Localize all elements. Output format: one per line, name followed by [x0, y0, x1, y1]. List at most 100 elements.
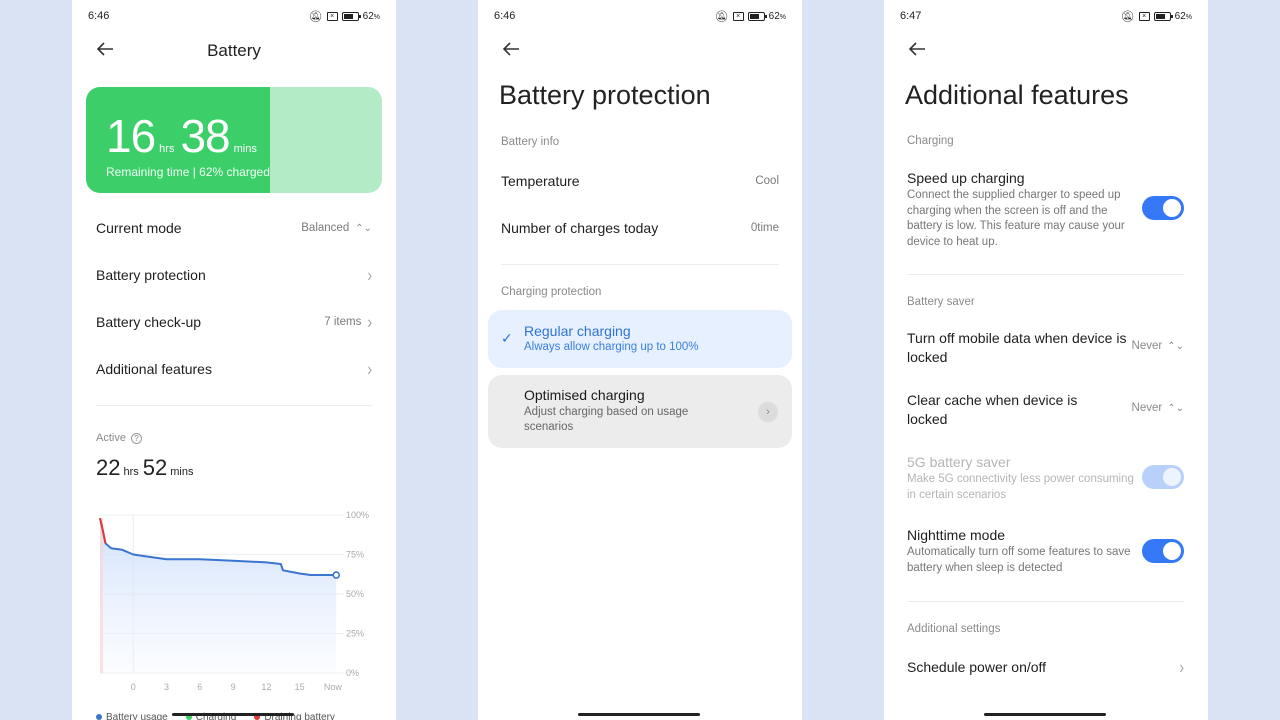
no-sim-icon: × [326, 11, 338, 21]
usage-area [100, 518, 337, 673]
updown-icon: ⌃⌄ [355, 222, 372, 234]
draining-area [100, 518, 103, 673]
menu-battery-check-up[interactable]: Battery check-up 7 items › [96, 311, 372, 333]
status-time: 6:46 [494, 10, 516, 22]
menu-value: 7 items [324, 316, 362, 328]
option-regular-charging[interactable]: ✓ Regular charging Always allow charging… [488, 310, 792, 368]
minutes-unit: mins [233, 143, 257, 155]
chevron-right-icon: › [367, 358, 372, 380]
section-charging: Charging [907, 135, 954, 147]
legend-battery-usage: Battery usage [96, 712, 168, 720]
y-tick-label: 50% [346, 589, 364, 599]
menu-battery-protection[interactable]: Battery protection › [96, 264, 372, 286]
feature-title: 5G battery saver [907, 454, 1011, 470]
x-tick-label: Now [324, 682, 343, 692]
menu-value: Balanced [301, 222, 350, 234]
row-value: Cool [755, 175, 779, 187]
active-hours: 22 [96, 455, 121, 480]
5g-battery-saver-toggle [1142, 465, 1184, 489]
x-tick-label: 0 [131, 682, 136, 692]
battery-status-card[interactable]: 16 hrs 38 mins Remaining time | 62% char… [86, 87, 382, 193]
active-label-text: Active [96, 432, 126, 444]
schedule-power-row[interactable]: Schedule power on/off › [907, 656, 1184, 678]
menu-label: Current mode [96, 220, 182, 236]
feature-desc: Automatically turn off some features to … [907, 546, 1131, 574]
section-battery-info: Battery info [501, 136, 560, 148]
nighttime-mode-item: Nighttime mode Automatically turn off so… [907, 526, 1184, 576]
feature-desc: Make 5G connectivity less power consumin… [907, 473, 1134, 501]
chevron-right-icon: › [367, 264, 372, 286]
option-title: Regular charging [524, 323, 631, 339]
battery-icon [747, 11, 767, 21]
row-label: Schedule power on/off [907, 659, 1047, 675]
home-indicator[interactable] [984, 713, 1106, 716]
clear-cache-select[interactable]: Never ⌃⌄ [1132, 402, 1184, 414]
status-bar: 6:46 🔕︎ × 62% [494, 9, 786, 23]
speed-up-charging-toggle[interactable] [1142, 196, 1184, 220]
remaining-subtitle: Remaining time | 62% charged [106, 165, 270, 179]
option-desc: Always allow charging up to 100% [524, 341, 699, 353]
y-tick-label: 100% [346, 510, 369, 520]
battery-screen: 6:46 🔕︎ × 62% Battery 16 hrs 38 mins Rem… [72, 0, 396, 720]
row-value: 0time [750, 222, 779, 234]
mobile-data-locked-item[interactable]: Turn off mobile data when device is lock… [907, 329, 1184, 369]
divider [501, 264, 779, 265]
5g-battery-saver-item: 5G battery saver Make 5G connectivity le… [907, 453, 1184, 503]
minutes-unit: mins [170, 466, 194, 478]
divider [907, 274, 1184, 275]
menu-label: Battery protection [96, 267, 206, 283]
checkmark-icon: ✓ [501, 330, 513, 346]
option-title: Optimised charging [524, 387, 645, 403]
home-indicator[interactable] [172, 713, 294, 716]
battery-percent: 62% [1174, 10, 1192, 22]
nighttime-mode-toggle[interactable] [1142, 539, 1184, 563]
divider [96, 405, 372, 406]
section-additional-settings: Additional settings [907, 623, 1001, 635]
clear-cache-locked-item[interactable]: Clear cache when device is locked Never ⌃… [907, 391, 1184, 431]
chevron-right-icon: › [367, 311, 372, 333]
no-sim-icon: × [732, 11, 744, 21]
remaining-time: 16 hrs 38 mins [106, 109, 263, 163]
y-tick-label: 0% [346, 668, 359, 678]
status-time: 6:47 [900, 10, 922, 22]
feature-desc: Connect the supplied charger to speed up… [907, 189, 1125, 248]
page-title: Battery protection [499, 80, 711, 110]
active-minutes: 52 [142, 455, 168, 480]
x-tick-label: 9 [231, 682, 236, 692]
option-optimised-charging[interactable]: Optimised charging Adjust charging based… [488, 375, 792, 448]
x-tick-label: 12 [261, 682, 271, 692]
feature-title: Turn off mobile data when device is lock… [907, 330, 1127, 365]
menu-label: Additional features [96, 361, 212, 377]
hours-unit: hrs [159, 143, 175, 155]
chevron-right-icon[interactable]: › [758, 402, 778, 422]
current-point-marker [332, 571, 341, 579]
remaining-minutes: 38 [180, 110, 230, 162]
x-tick-label: 6 [197, 682, 202, 692]
divider [907, 601, 1184, 602]
option-desc: Adjust charging based on usage scenarios [524, 406, 689, 433]
battery-usage-chart: 100% 75% 50% 25% 0% 0 3 6 9 12 15 Now [99, 510, 369, 692]
mute-icon: 🔕︎ [1120, 10, 1135, 23]
home-indicator[interactable] [578, 713, 700, 716]
updown-icon: ⌃⌄ [1167, 340, 1184, 352]
status-time: 6:46 [88, 10, 110, 22]
menu-current-mode[interactable]: Current mode Balanced ⌃⌄ [96, 217, 372, 239]
help-icon[interactable]: ? [130, 432, 142, 444]
battery-percent: 62% [768, 10, 786, 22]
additional-features-screen: 6:47 🔕︎ × 62% Additional features Chargi… [884, 0, 1208, 720]
feature-title: Speed up charging [907, 170, 1025, 186]
section-charging-protection: Charging protection [501, 286, 602, 298]
x-tick-label: 15 [295, 682, 305, 692]
mobile-data-select[interactable]: Never ⌃⌄ [1132, 340, 1184, 352]
back-arrow-icon[interactable] [500, 38, 522, 60]
page-title: Additional features [905, 80, 1129, 110]
back-arrow-icon[interactable] [906, 38, 928, 60]
menu-additional-features[interactable]: Additional features › [96, 358, 372, 380]
battery-icon [341, 11, 361, 21]
x-tick-label: 3 [164, 682, 169, 692]
mute-icon: 🔕︎ [308, 10, 323, 23]
active-time: 22 hrs 52 mins [96, 455, 197, 481]
no-sim-icon: × [1138, 11, 1150, 21]
menu-label: Battery check-up [96, 314, 202, 330]
remaining-hours: 16 [106, 110, 156, 162]
